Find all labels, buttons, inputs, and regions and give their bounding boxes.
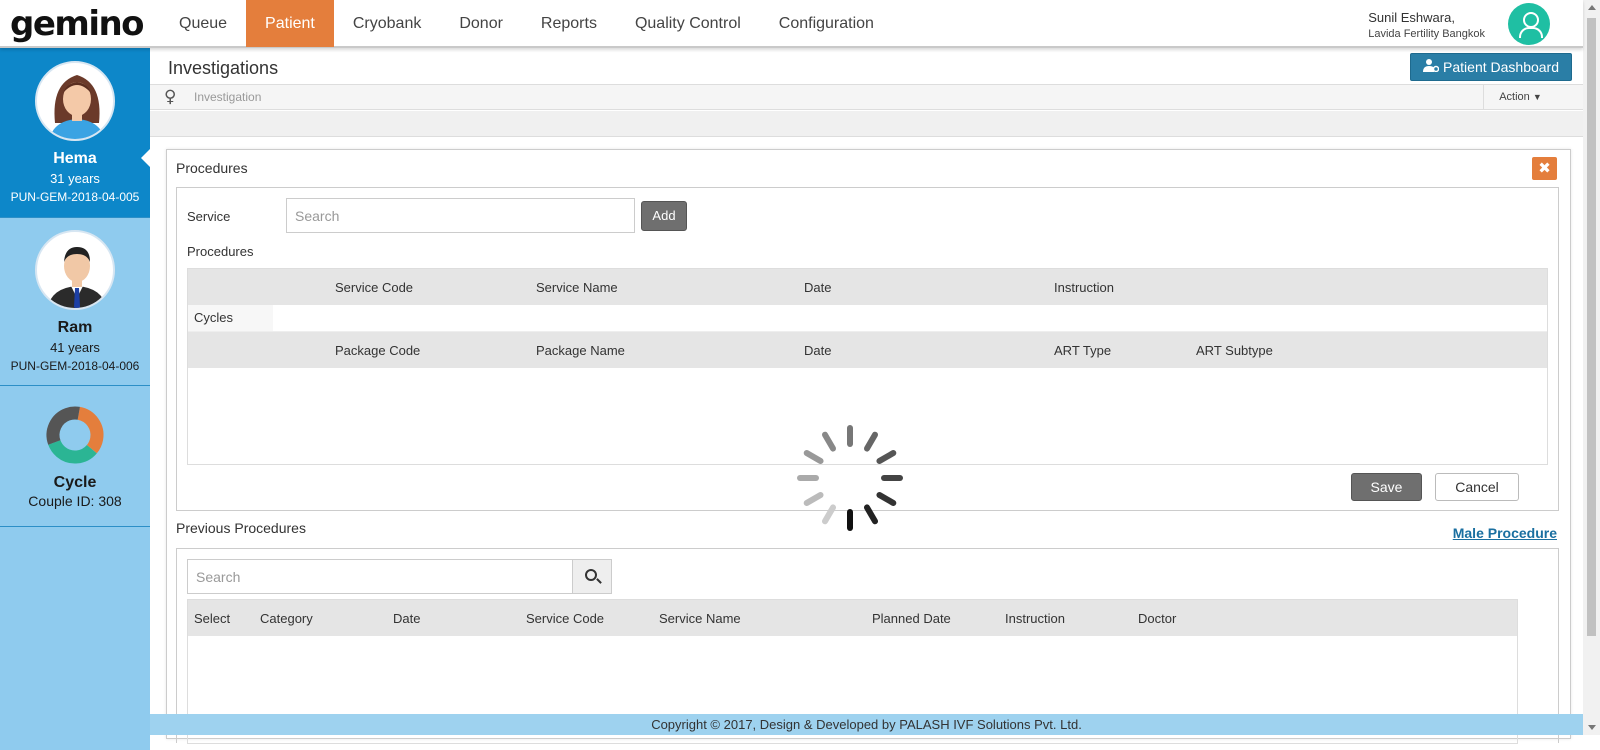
male-id: PUN-GEM-2018-04-006	[10, 359, 140, 373]
col-art-type: ART Type	[1054, 343, 1112, 358]
spinner-spoke	[875, 490, 898, 508]
service-label: Service	[187, 209, 231, 224]
patient-sidebar: Hema 31 years PUN-GEM-2018-04-005 Ram 41…	[0, 48, 151, 750]
female-id: PUN-GEM-2018-04-005	[10, 190, 140, 204]
previous-search-input[interactable]	[187, 559, 573, 594]
toolbar-strip	[150, 111, 1583, 137]
spinner-spoke	[881, 475, 903, 481]
spinner-spoke	[862, 430, 880, 453]
service-search-input[interactable]	[286, 198, 635, 233]
spinner-spoke	[797, 475, 819, 481]
col-package-name: Package Name	[536, 343, 625, 358]
previous-procedures-title: Previous Procedures	[176, 520, 306, 536]
logo-text: gemino	[10, 4, 145, 44]
action-label: Action	[1499, 91, 1530, 103]
spinner-spoke	[802, 448, 825, 466]
nav-quality-control[interactable]: Quality Control	[616, 0, 760, 47]
col-prev-date: Date	[393, 611, 421, 626]
cycle-icon	[42, 402, 108, 468]
user-gear-icon	[1423, 54, 1440, 80]
cycle-label: Cycle	[53, 474, 97, 491]
chevron-down-icon: ▼	[1532, 92, 1542, 102]
search-button[interactable]	[572, 559, 612, 594]
nav-donor[interactable]: Donor	[440, 0, 522, 47]
nav-queue[interactable]: Queue	[160, 0, 246, 47]
procedures-sub-label: Procedures	[187, 244, 254, 259]
user-org: Lavida Fertility Bangkok	[1368, 28, 1485, 40]
male-avatar-icon	[35, 230, 115, 310]
footer: Copyright © 2017, Design & Developed by …	[150, 714, 1583, 735]
page-title: Investigations	[168, 58, 279, 78]
male-procedure-link[interactable]: Male Procedure	[1453, 525, 1557, 541]
user-info[interactable]: Sunil Eshwara, Lavida Fertility Bangkok	[1368, 10, 1485, 40]
spinner-spoke	[847, 425, 853, 447]
spinner-spoke	[820, 503, 838, 526]
cancel-button[interactable]: Cancel	[1435, 473, 1519, 501]
female-patient-card[interactable]: Hema 31 years PUN-GEM-2018-04-005	[0, 48, 151, 218]
add-button[interactable]: Add	[641, 201, 687, 231]
female-name: Hema	[53, 150, 97, 167]
female-avatar-icon	[35, 61, 115, 141]
previous-grid-header: Select Category Date Service Code Servic…	[188, 600, 1517, 636]
scroll-thumb[interactable]	[1587, 18, 1596, 636]
spinner-spoke	[802, 490, 825, 508]
col-prev-service-code: Service Code	[526, 611, 605, 626]
cycles-row: Cycles	[188, 305, 1547, 332]
package-grid-header: Package Code Package Name Date ART Type …	[188, 332, 1547, 368]
page-scrollbar[interactable]	[1583, 0, 1600, 735]
col-prev-service-name: Service Name	[659, 611, 741, 626]
user-name: Sunil Eshwara,	[1368, 10, 1455, 25]
col-prev-instruction: Instruction	[1005, 611, 1065, 626]
procedures-title: Procedures	[176, 160, 248, 176]
male-patient-card[interactable]: Ram 41 years PUN-GEM-2018-04-006	[0, 218, 150, 386]
couple-id: Couple ID: 308	[28, 493, 122, 509]
nav-reports[interactable]: Reports	[522, 0, 616, 47]
col-planned-date: Planned Date	[872, 611, 951, 626]
spinner-spoke	[847, 509, 853, 531]
patient-dashboard-button[interactable]: Patient Dashboard	[1410, 53, 1572, 81]
close-icon[interactable]: ✖	[1532, 157, 1557, 180]
col-art-subtype: ART Subtype	[1196, 343, 1273, 358]
col-package-code: Package Code	[335, 343, 421, 358]
service-grid-header: Service Code Service Name Date Instructi…	[188, 269, 1547, 305]
main-nav: Queue Patient Cryobank Donor Reports Qua…	[160, 0, 893, 47]
spinner-spoke	[862, 503, 880, 526]
col-doctor: Doctor	[1138, 611, 1177, 626]
nav-configuration[interactable]: Configuration	[760, 0, 893, 47]
main-content: Investigations Patient Dashboard ♀ Inves…	[150, 48, 1583, 744]
col-package-date: Date	[804, 343, 832, 358]
male-age: 41 years	[50, 340, 100, 355]
female-age: 31 years	[50, 171, 100, 186]
col-service-code: Service Code	[335, 280, 414, 295]
col-select: Select	[194, 611, 231, 626]
nav-patient[interactable]: Patient	[246, 0, 334, 47]
save-button[interactable]: Save	[1351, 473, 1422, 501]
cycle-card[interactable]: Cycle Couple ID: 308	[0, 386, 150, 527]
col-date: Date	[804, 280, 832, 295]
col-service-name: Service Name	[536, 280, 618, 295]
spinner-spoke	[875, 448, 898, 466]
action-dropdown[interactable]: Action ▼	[1483, 85, 1557, 110]
cycles-label: Cycles	[188, 305, 273, 331]
breadcrumb: ♀ Investigation Action ▼	[150, 84, 1583, 110]
male-name: Ram	[57, 319, 93, 336]
top-navbar: gemino Queue Patient Cryobank Donor Repo…	[0, 0, 1583, 48]
female-symbol-icon: ♀	[164, 87, 177, 107]
loading-spinner-icon	[797, 425, 903, 531]
scroll-down-icon[interactable]	[1588, 725, 1596, 730]
breadcrumb-item[interactable]: Investigation	[194, 90, 261, 104]
scroll-up-icon[interactable]	[1588, 5, 1596, 10]
patient-dashboard-label: Patient Dashboard	[1443, 59, 1559, 75]
nav-cryobank[interactable]: Cryobank	[334, 0, 440, 47]
gemino-logo[interactable]: gemino	[10, 4, 145, 44]
user-avatar-icon[interactable]	[1508, 3, 1550, 45]
col-instruction: Instruction	[1054, 280, 1114, 295]
col-category: Category	[260, 611, 313, 626]
spinner-spoke	[820, 430, 838, 453]
